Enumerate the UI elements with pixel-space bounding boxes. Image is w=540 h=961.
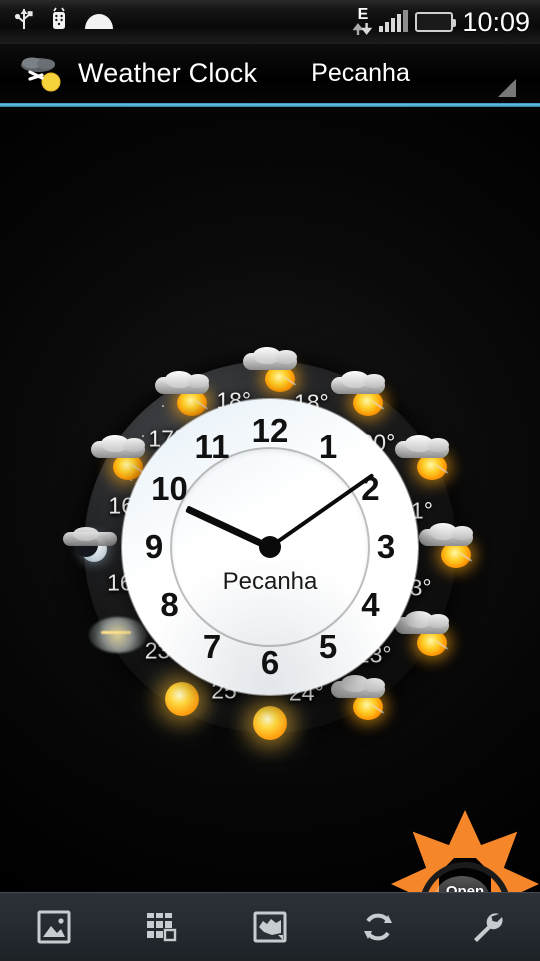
sun-icon [151,678,213,720]
sun-cloud-icon [327,678,389,720]
clock-numeral: 10 [151,470,188,508]
page-title: Weather Clock [78,58,257,89]
clock-numeral: 8 [160,586,178,624]
clock-numeral: 6 [261,644,279,682]
clock-center-hub [259,536,281,558]
clock-numeral: 1 [319,428,337,466]
world-map-icon[interactable] [239,900,301,954]
main-content: 16°17°18°18°20°21°23°23°24°25°23°16° 121… [0,107,540,892]
status-bar: E 10:09 [0,0,540,45]
sun-cloud-icon [87,438,149,480]
clock-numeral: 9 [145,528,163,566]
header-city-label[interactable]: Pecanha [311,59,410,88]
wrench-icon[interactable] [455,900,517,954]
sun-icon [239,702,301,744]
dropdown-caret-icon[interactable] [498,79,516,97]
clock-city-label: Pecanha [223,568,318,596]
clock-numeral: 4 [361,586,379,624]
clock-numeral: 3 [377,528,395,566]
status-bar-clock: 10:09 [460,7,530,38]
up-down-arrows-icon [353,22,372,36]
sun-cloud-icon [391,614,453,656]
sun-cloud-icon [16,54,70,94]
sun-cloud-icon [391,438,453,480]
weather-clock-widget[interactable]: 16°17°18°18°20°21°23°23°24°25°23°16° 121… [60,337,480,757]
sun-cloud-icon [239,350,301,392]
dome-icon [84,10,114,35]
clock-numeral: 7 [203,628,221,666]
app-header: Weather Clock Pecanha [0,44,540,103]
gallery-icon[interactable] [23,900,85,954]
owm-line-1: Open [446,883,484,893]
status-bar-right-icons: E 10:09 [353,7,540,38]
sun-cloud-icon [151,374,213,416]
sun-cloud-icon [415,526,477,568]
clock-numeral: 11 [195,428,230,466]
battery-icon [415,12,453,32]
clock-numeral: 5 [319,628,337,666]
haze-sun-icon [87,614,149,656]
sun-cloud-icon [327,374,389,416]
signal-bars-icon [379,12,408,32]
network-type-label: E [358,8,369,21]
android-debug-icon [48,7,70,38]
usb-icon [14,7,34,38]
clock-numeral: 12 [252,412,289,450]
refresh-icon[interactable] [347,900,409,954]
open-weather-map-button[interactable]: Open Weather Map [392,833,538,892]
moon-cloud-icon [63,526,125,568]
network-type-indicator: E [353,8,372,36]
analog-clock-face: 121234567891011 Pecanha [122,399,418,695]
widgets-icon[interactable] [131,900,193,954]
status-bar-left-icons [0,7,114,38]
bottom-toolbar [0,892,540,961]
